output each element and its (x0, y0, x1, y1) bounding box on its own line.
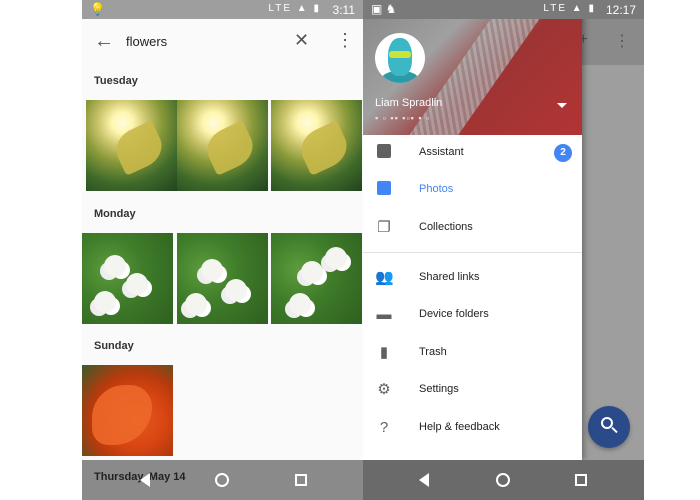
signal-icons: LTE ▲ ▮ (268, 3, 321, 14)
nav-bar (363, 460, 644, 500)
section-header-tuesday: Tuesday (94, 75, 138, 87)
status-time: 3:11 (332, 3, 355, 17)
home-nav-icon[interactable] (215, 473, 229, 487)
drawer-item-photos[interactable]: Photos (363, 172, 582, 209)
back-nav-icon[interactable] (140, 473, 150, 487)
drawer-item-trash[interactable]: ▮ Trash (363, 335, 582, 372)
photo-thumbnail[interactable] (177, 100, 268, 191)
drawer-divider (363, 252, 582, 253)
signal-icons: LTE ▲ ▮ (543, 3, 596, 14)
photo-thumbnail[interactable] (82, 233, 173, 324)
photo-thumbnail[interactable] (271, 233, 362, 324)
notification-icons: ▣ ♞ (371, 2, 397, 16)
more-vert-icon[interactable]: ⋮ (336, 30, 354, 51)
drawer-item-settings[interactable]: ⚙ Settings (363, 372, 582, 409)
drawer-item-device-folders[interactable]: ▬ Device folders (363, 297, 582, 334)
back-nav-icon[interactable] (419, 473, 429, 487)
clear-icon[interactable]: ✕ (294, 30, 309, 51)
nav-bar: Thursday, May 14 (82, 460, 363, 500)
photo-thumbnail[interactable] (271, 100, 362, 191)
drawer-item-shared-links[interactable]: 👥 Shared links (363, 260, 582, 297)
help-icon: ? (379, 419, 389, 436)
account-name: Liam Spradlin (375, 97, 443, 109)
photo-thumbnail[interactable] (177, 233, 268, 324)
drawer-item-collections[interactable]: ❐ Collections (363, 210, 582, 247)
navigation-drawer-screen: + ⋮ Liam Spradlin ▪ ▫ ▪▪ ▪▫▪ ▪ ▫ Assista… (363, 0, 644, 500)
account-dropdown-icon[interactable] (557, 103, 567, 108)
account-email-redacted: ▪ ▫ ▪▪ ▪▫▪ ▪ ▫ (375, 113, 431, 123)
drawer-item-help[interactable]: ? Help & feedback (363, 410, 582, 447)
folder-icon: ▬ (376, 306, 392, 323)
bulb-icon: 💡 (90, 2, 105, 16)
trash-icon: ▮ (379, 344, 389, 361)
photo-thumbnail[interactable] (82, 365, 173, 456)
status-time: 12:17 (605, 3, 636, 17)
search-bar: ← flowers ✕ ⋮ (82, 19, 363, 65)
screenshot-composite: 💡 LTE ▲ ▮ 3:11 ← flowers ✕ ⋮ Tuesday Mon… (0, 0, 700, 500)
search-results-screen: 💡 LTE ▲ ▮ 3:11 ← flowers ✕ ⋮ Tuesday Mon… (82, 0, 363, 500)
gear-icon: ⚙ (377, 381, 391, 398)
back-arrow-icon[interactable]: ← (94, 30, 114, 53)
photos-icon (375, 181, 393, 199)
search-fab-button[interactable] (588, 406, 630, 448)
search-input[interactable]: flowers (126, 34, 167, 49)
section-header-sunday: Sunday (94, 340, 134, 352)
account-header[interactable]: Liam Spradlin ▪ ▫ ▪▪ ▪▫▪ ▪ ▫ (363, 19, 582, 135)
status-bar: 💡 LTE ▲ ▮ 3:11 (82, 0, 363, 19)
recents-nav-icon[interactable] (295, 474, 307, 486)
more-vert-icon[interactable]: ⋮ (614, 31, 630, 51)
photo-thumbnail[interactable] (86, 100, 177, 191)
recents-nav-icon[interactable] (575, 474, 587, 486)
collections-icon: ❐ (377, 219, 391, 236)
home-nav-icon[interactable] (496, 473, 510, 487)
count-badge: 2 (554, 144, 572, 162)
navigation-drawer: Liam Spradlin ▪ ▫ ▪▪ ▪▫▪ ▪ ▫ Assistant 2… (363, 0, 582, 460)
status-bar: ▣ ♞ LTE ▲ ▮ 12:17 (363, 0, 644, 19)
assistant-icon (375, 144, 393, 162)
avatar[interactable] (375, 33, 425, 83)
people-icon: 👥 (375, 269, 394, 286)
section-header-monday: Monday (94, 208, 136, 220)
drawer-item-assistant[interactable]: Assistant 2 (363, 135, 582, 172)
